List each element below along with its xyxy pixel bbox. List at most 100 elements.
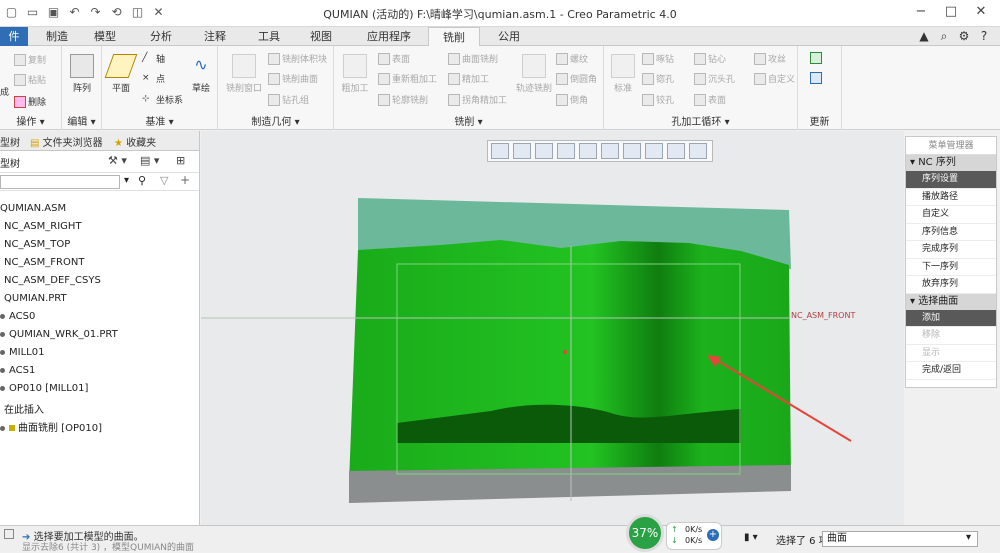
menu-item-done-seq[interactable]: 完成序列 xyxy=(906,241,996,259)
contour-button[interactable]: 轮廓铣削 xyxy=(378,93,428,106)
tree-search-input[interactable] xyxy=(0,175,120,189)
dropdown-icon[interactable]: ▾ xyxy=(124,175,129,186)
axis-button[interactable]: ╱ 轴 xyxy=(142,52,165,66)
search-icon[interactable]: ⌕ xyxy=(934,29,954,44)
tree-item[interactable]: QUMIAN.PRT xyxy=(4,293,67,304)
custom-cycle-button[interactable]: 自定义 xyxy=(754,72,795,85)
group-label-mfg-geometry[interactable]: 制造几何 ▾ xyxy=(218,113,333,128)
mill-window-button[interactable]: 铣削窗口 xyxy=(222,54,266,94)
minimize-icon[interactable]: − xyxy=(906,4,936,19)
group-label-milling[interactable]: 铣削 ▾ xyxy=(334,113,603,128)
tree-item[interactable]: NC_ASM_RIGHT xyxy=(4,221,82,232)
select-surface-header[interactable]: ▾ 选择曲面 xyxy=(906,293,996,310)
update-all-button[interactable] xyxy=(810,72,824,84)
tree-item[interactable]: OP010 [MILL01] xyxy=(0,383,88,394)
group-label-edit[interactable]: 编辑 ▾ xyxy=(62,113,101,128)
model-view[interactable]: NC_ASM_FRONT xyxy=(201,131,904,525)
close-icon[interactable]: ✕ xyxy=(966,4,996,19)
counterbore-button[interactable]: 沉头孔 xyxy=(694,72,735,85)
delete-button[interactable]: 删除 xyxy=(14,95,46,108)
help-icon[interactable]: ? xyxy=(974,29,994,44)
paste-button[interactable]: 粘贴 xyxy=(14,73,46,86)
group-label-operations[interactable]: 操作 ▾ xyxy=(0,113,61,128)
lock-icon[interactable]: ▮ ▾ xyxy=(744,532,758,543)
tab-view[interactable]: 视图 xyxy=(300,27,342,46)
menu-item-add[interactable]: 添加 xyxy=(906,309,996,327)
tab-milling[interactable]: 铣削 xyxy=(428,27,480,47)
tab-applications[interactable]: 应用程序 xyxy=(356,27,422,46)
rough-button[interactable]: 粗加工 xyxy=(338,54,372,94)
menu-item-quit-seq[interactable]: 放弃序列 xyxy=(906,276,996,294)
tab-file[interactable]: 件 xyxy=(0,27,28,46)
group-label-holemaking[interactable]: 孔加工循环 ▾ xyxy=(604,113,797,128)
spot-drill-button[interactable]: 啄钻 xyxy=(642,52,674,65)
tap-button[interactable]: 攻丝 xyxy=(754,52,786,65)
binoculars-icon[interactable]: ⚲ xyxy=(138,174,146,187)
tree-item[interactable]: 曲面铣削 [OP010] xyxy=(0,419,102,434)
ream-button[interactable]: 铰孔 xyxy=(642,93,674,106)
tree-item[interactable]: NC_ASM_FRONT xyxy=(4,257,84,268)
tab-favorites[interactable]: ★ 收藏夹 xyxy=(114,134,156,149)
performance-meter[interactable]: 37% xyxy=(626,514,664,552)
insert-here-item[interactable]: 在此插入 xyxy=(4,401,44,416)
rerough-button[interactable]: 重新粗加工 xyxy=(378,72,437,85)
tree-item[interactable]: NC_ASM_DEF_CSYS xyxy=(4,275,101,286)
csys-button[interactable]: ⊹ 坐标系 xyxy=(142,93,183,107)
tree-settings-icon[interactable]: ⚒ ▾ xyxy=(108,154,127,167)
tree-filter-icon[interactable]: ⊞ xyxy=(176,154,185,167)
point-button[interactable]: × 点 xyxy=(142,72,165,86)
tree-item[interactable]: QUMIAN_WRK_01.PRT xyxy=(0,329,118,340)
tab-model-tree[interactable]: 型树 xyxy=(0,134,20,149)
maximize-icon[interactable]: □ xyxy=(936,4,966,19)
funnel-icon[interactable]: ▽ xyxy=(160,174,168,187)
finish-button[interactable]: 精加工 xyxy=(448,72,489,85)
settings-icon[interactable]: ⚙ xyxy=(954,29,974,44)
tree-item[interactable]: MILL01 xyxy=(0,347,44,358)
sketch-button[interactable]: ∿ 草绘 xyxy=(186,54,216,94)
corner-finish-button[interactable]: 拐角精加工 xyxy=(448,93,507,106)
surface-mill-button[interactable]: 曲面铣削 xyxy=(448,52,498,65)
tab-annotate[interactable]: 注释 xyxy=(194,27,236,46)
tab-common[interactable]: 公用 xyxy=(488,27,530,46)
nc-sequence-header[interactable]: ▾ NC 序列 xyxy=(906,155,996,171)
tree-item-root[interactable]: QUMIAN.ASM xyxy=(0,203,66,214)
plane-button[interactable]: 平面 xyxy=(104,54,138,94)
copy-button[interactable]: 复制 xyxy=(14,53,46,66)
add-icon[interactable]: + xyxy=(180,173,190,187)
countersink-button[interactable]: 锪孔 xyxy=(642,72,674,85)
update-button[interactable] xyxy=(810,52,824,64)
menu-item-next-seq[interactable]: 下一序列 xyxy=(906,259,996,276)
tab-manufacturing[interactable]: 制造 xyxy=(36,27,78,46)
mill-surface-button[interactable]: 铣削曲面 xyxy=(268,72,318,85)
tab-tools[interactable]: 工具 xyxy=(248,27,290,46)
round-button[interactable]: 倒圆角 xyxy=(556,72,597,85)
face-button[interactable]: 表面 xyxy=(694,93,726,106)
arrow-up-icon[interactable]: ▲ xyxy=(914,29,934,44)
mill-volume-button[interactable]: 铣削体积块 xyxy=(268,52,327,65)
group-label-datum[interactable]: 基准 ▾ xyxy=(102,113,217,128)
menu-item-done-return[interactable]: 完成/返回 xyxy=(906,362,996,380)
tree-item[interactable]: ACS1 xyxy=(0,365,35,376)
menu-item-seq-info[interactable]: 序列信息 xyxy=(906,224,996,241)
tree-item[interactable]: ACS0 xyxy=(0,311,35,322)
tab-folder-browser[interactable]: ▤ 文件夹浏览器 xyxy=(30,134,103,149)
surface-button[interactable]: 表面 xyxy=(378,52,410,65)
show-icon[interactable]: ▤ ▾ xyxy=(140,154,159,167)
chamfer-button[interactable]: 倒角 xyxy=(556,93,588,106)
center-drill-button[interactable]: 钻心 xyxy=(694,52,726,65)
menu-item-customize[interactable]: 自定义 xyxy=(906,206,996,224)
standard-button[interactable]: 标准 xyxy=(608,54,638,94)
status-grid-icon[interactable] xyxy=(4,529,14,539)
drill-group-button[interactable]: 钻孔组 xyxy=(268,93,309,106)
filter-select[interactable]: 曲面 xyxy=(822,531,978,547)
tree-item[interactable]: NC_ASM_TOP xyxy=(4,239,70,250)
plus-icon[interactable]: + xyxy=(707,529,719,541)
chevron-down-icon[interactable]: ▾ xyxy=(966,532,971,543)
menu-item-seq-setup[interactable]: 序列设置 xyxy=(906,171,996,189)
tab-analysis[interactable]: 分析 xyxy=(140,27,182,46)
menu-item-play-path[interactable]: 播放路径 xyxy=(906,189,996,206)
trajectory-button[interactable]: 轨迹铣削 xyxy=(514,54,554,94)
thread-button[interactable]: 螺纹 xyxy=(556,52,588,65)
graphics-area[interactable]: NC_ASM_FRONT xyxy=(201,131,904,525)
generate-button[interactable]: 成 xyxy=(0,85,9,98)
